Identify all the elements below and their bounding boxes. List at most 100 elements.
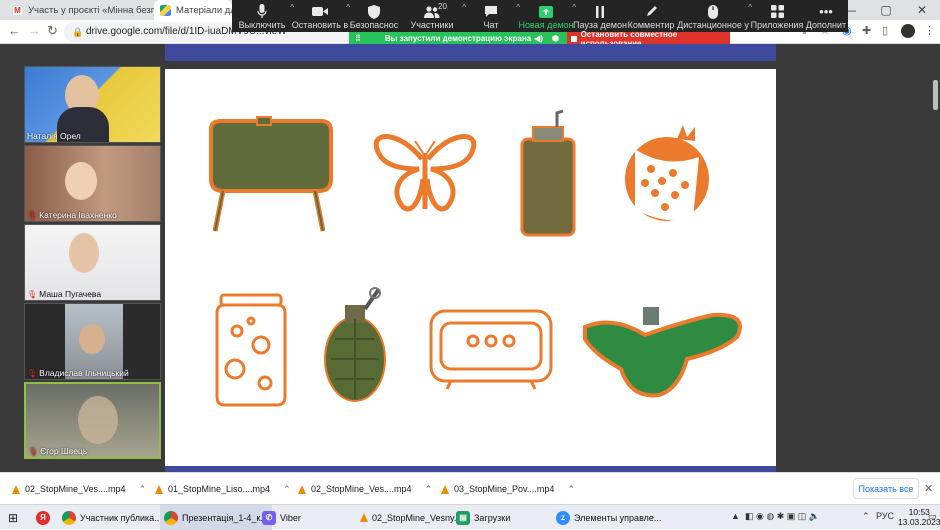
yandex-browser-icon[interactable]: Я	[36, 505, 50, 530]
more-icon: •••	[819, 4, 833, 19]
vlc-icon	[298, 484, 306, 494]
downloads-bar: 02_StopMine_Ves....mp4 ⌃ 01_StopMine_Lis…	[0, 472, 940, 504]
remote-control-button[interactable]: Дистанционное у ^	[676, 0, 752, 32]
annotate-icon	[645, 3, 658, 20]
vlc-icon	[360, 513, 368, 522]
participant-name: 🎙 Єгор Швець	[28, 446, 88, 456]
tab-title: Участь у проєкті «Мінна безпе...	[28, 4, 154, 16]
participant-name: 🎙 Маша Пугачева	[27, 289, 102, 299]
language-indicator[interactable]: РУС	[876, 511, 894, 521]
gmail-icon: M	[12, 4, 23, 16]
muted-mic-icon: 🎙	[27, 210, 38, 220]
share-screen-icon	[539, 3, 553, 20]
participants-button[interactable]: Участники 20 ^	[400, 0, 467, 32]
microphone-icon	[257, 3, 267, 20]
participants-count: 20	[438, 2, 447, 11]
reload-icon[interactable]: ↻	[47, 23, 58, 39]
butterfly-mine-icon	[583, 307, 742, 398]
muted-mic-icon: 🎙	[27, 368, 38, 378]
maximize-button[interactable]: ▢	[868, 0, 904, 20]
previous-slide-edge	[165, 44, 776, 61]
face-shape	[69, 233, 99, 273]
browser-tab[interactable]: M Участь у проєкті «Мінна безпе... ✕	[6, 0, 154, 20]
folder-icon: ▤	[456, 510, 470, 525]
close-window-button[interactable]: ✕	[904, 0, 940, 20]
security-button[interactable]: Безопаснос	[348, 0, 400, 32]
taskbar-app[interactable]: Участник публика...	[62, 505, 162, 530]
vlc-icon	[12, 484, 20, 494]
puzzle-icon[interactable]: ✚	[862, 24, 871, 37]
close-icon[interactable]: ✕	[924, 482, 933, 495]
chat-button[interactable]: Чат ^	[464, 0, 520, 32]
download-item[interactable]: 03_StopMine_Pov....mp4 ⌃	[441, 473, 575, 505]
notification-icon[interactable]: ▭	[928, 511, 937, 522]
vlc-tray-icon[interactable]: ▲	[731, 511, 740, 521]
participant-video-active[interactable]: 🎙 Єгор Швець	[24, 382, 161, 459]
avatar[interactable]	[901, 24, 915, 38]
apps-icon	[770, 3, 784, 20]
zoom-meeting-toolbar: Выключить ^ Остановить в ^ Безопаснос Уч…	[232, 0, 848, 32]
chevron-up-icon[interactable]: ⌃	[425, 484, 433, 495]
pause-share-button[interactable]: Пауза демон	[573, 0, 627, 32]
pause-icon	[595, 3, 605, 20]
muted-mic-icon: 🎙	[27, 289, 38, 299]
taskbar-app[interactable]: ▤ Загрузки	[456, 505, 510, 530]
participant-name: 🎙 Катерина Івахненко	[27, 210, 117, 220]
taskbar-app[interactable]: 02_StopMine_Vesny...	[360, 505, 461, 530]
stop-video-button[interactable]: Остановить в ^	[292, 0, 350, 32]
video-camera-icon	[312, 3, 328, 20]
chevron-up-icon[interactable]: ⌃	[283, 484, 291, 495]
back-icon[interactable]: ←	[8, 23, 21, 38]
chevron-up-icon[interactable]: ⌃	[862, 511, 870, 522]
sidebar-icon[interactable]: ▯	[882, 24, 888, 37]
taskbar-app[interactable]: z Элементы управле...	[556, 505, 661, 530]
annotate-button[interactable]: Комментир	[626, 0, 676, 32]
tray-icons[interactable]: ◧ ◉ ◍ ✱ ▣ ◫ 🔈	[745, 511, 820, 522]
download-item[interactable]: 01_StopMine_Liso....mp4 ⌃	[155, 473, 291, 505]
chat-icon	[484, 3, 498, 20]
chrome-icon	[62, 510, 76, 525]
download-item[interactable]: 02_StopMine_Ves....mp4 ⌃	[298, 473, 432, 505]
apps-button[interactable]: Приложения	[750, 0, 804, 32]
more-button[interactable]: ••• Дополнит	[804, 0, 848, 32]
forward-icon[interactable]: →	[28, 23, 41, 38]
stop-square-icon	[571, 35, 577, 42]
new-share-button[interactable]: Новая демон ^	[518, 0, 577, 32]
hand-grenade-icon	[324, 287, 386, 402]
menu-icon[interactable]: ⋮	[924, 24, 935, 37]
participant-video[interactable]: 🎙 Катерина Івахненко	[24, 145, 161, 222]
taskbar-app[interactable]: ✆ Viber	[262, 505, 301, 530]
grenade-canister-icon	[520, 109, 576, 237]
drag-handle-icon[interactable]: ⠿	[355, 34, 361, 43]
muted-mic-icon: 🎙	[28, 446, 39, 456]
zoom-icon: z	[556, 510, 570, 525]
download-item[interactable]: 02_StopMine_Ves....mp4 ⌃	[12, 473, 146, 505]
participant-video[interactable]: Наталія Орел	[24, 66, 161, 143]
lock-icon: 🔒	[72, 27, 84, 37]
participant-video[interactable]: 🎙 Маша Пугачева	[24, 224, 161, 301]
participant-name: 🎙 Владислав Ільницький	[27, 368, 129, 378]
participant-video[interactable]: 🎙 Владислав Ільницький	[24, 303, 161, 380]
scrollbar-thumb[interactable]	[933, 80, 938, 110]
chevron-up-icon[interactable]: ⌃	[139, 484, 147, 495]
mute-button[interactable]: Выключить ^	[232, 0, 294, 32]
remote-control-icon	[708, 3, 718, 20]
taskbar-app-active[interactable]: Презентація_1-4_к...	[160, 505, 272, 530]
windows-start-icon[interactable]: ⊞	[8, 505, 18, 530]
slide	[165, 69, 776, 466]
window-controls: — ▢ ✕	[832, 0, 940, 20]
browser-tab-active[interactable]: Матеріали для за	[154, 0, 232, 20]
speaker-volume-icon[interactable]: ◀)	[534, 34, 543, 43]
vlc-icon	[441, 484, 449, 494]
chevron-up-icon[interactable]: ⌃	[567, 484, 575, 495]
face-shape	[65, 162, 97, 200]
shield-small-icon[interactable]: ⬢	[552, 34, 559, 43]
speaker-icon	[429, 309, 553, 390]
face-shape	[79, 324, 105, 354]
show-all-downloads-button[interactable]: Показать все	[853, 478, 919, 499]
butterfly-icon	[373, 134, 477, 212]
shield-icon	[368, 3, 380, 20]
slide-illustrations	[209, 109, 742, 407]
jar-icon	[215, 293, 287, 407]
viber-icon: ✆	[262, 510, 276, 525]
